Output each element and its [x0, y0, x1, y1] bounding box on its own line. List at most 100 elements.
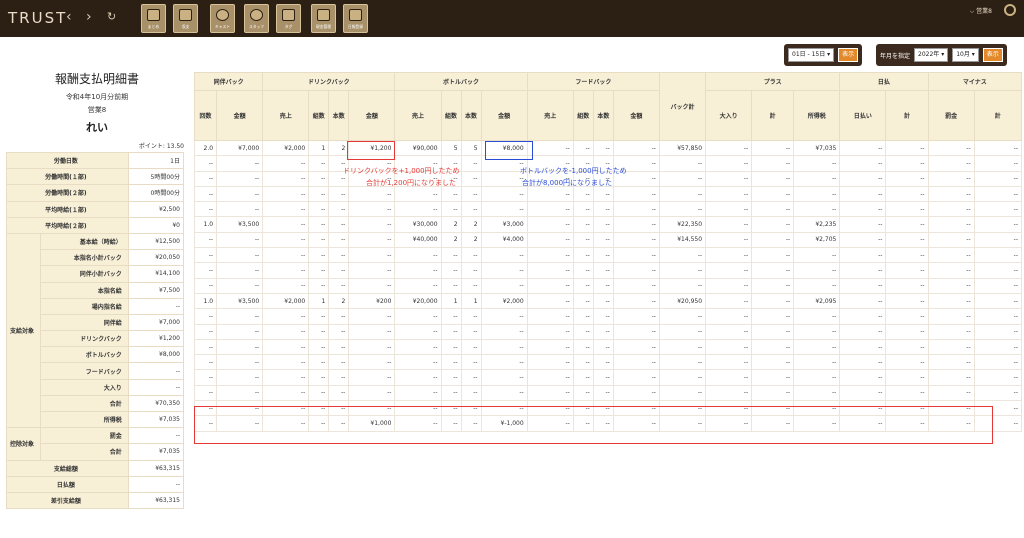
reload-icon[interactable]: ↻ — [107, 9, 116, 25]
table-cell: -- — [793, 384, 841, 402]
summary-label: 所得税 — [40, 410, 129, 429]
summary-value: ¥1,200 — [127, 330, 185, 348]
table-cell: -- — [348, 308, 396, 325]
table-cell: ¥30,000 — [394, 216, 442, 233]
tool-button-cash[interactable]: 現金管理 — [311, 4, 336, 33]
calendar-icon — [349, 9, 362, 21]
table-cell: -- — [526, 323, 574, 340]
month-show-button[interactable]: 表示 — [982, 48, 1003, 62]
table-cell: -- — [751, 231, 795, 249]
table-cell: -- — [440, 277, 462, 294]
table-cell: -- — [526, 231, 574, 249]
summary-value: 1日 — [127, 151, 185, 170]
table-cell: -- — [927, 155, 975, 172]
summary-label: 合計 — [40, 394, 129, 413]
table-row: -- -- -- -- -- -- -- -- -- -- -- -- -- -- -- -- -- -- -- --… — [193, 323, 1023, 340]
table-cell: -- — [308, 231, 330, 249]
red-annotation-line1: ドリンクバックを+1,000円したため — [343, 167, 460, 175]
table-cell: -- — [973, 216, 1023, 233]
year-select[interactable]: 2022年 ▾ — [914, 48, 949, 62]
table-cell: -- — [328, 262, 350, 279]
table-cell: -- — [658, 185, 707, 203]
tool-button-cast[interactable]: キャスト — [210, 4, 235, 33]
table-cell: -- — [705, 139, 753, 157]
summary-label: 場内指名給 — [40, 297, 129, 315]
period-select[interactable]: 01日 - 15日 ▾ — [788, 48, 835, 62]
table-cell: -- — [927, 384, 975, 402]
table-cell: 1 — [308, 292, 330, 310]
table-cell: -- — [612, 384, 660, 402]
table-cell: -- — [793, 262, 841, 279]
table-cell: -- — [839, 247, 887, 264]
table-cell: -- — [705, 170, 753, 187]
table-cell: -- — [973, 201, 1023, 218]
table-cell: -- — [480, 308, 528, 325]
back-arrow-icon[interactable]: ‹ — [66, 9, 72, 25]
tool-button-balance[interactable]: 収支 — [173, 4, 198, 33]
table-cell: -- — [262, 369, 310, 386]
table-cell: -- — [612, 139, 660, 157]
table-column-header: 計 — [973, 90, 1023, 141]
clipboard-icon — [147, 9, 160, 21]
tool-button-daily-report[interactable]: 日報登録 — [343, 4, 368, 33]
tool-button-summary[interactable]: まとめ — [141, 4, 166, 33]
summary-value: ¥70,350 — [127, 394, 185, 413]
table-cell: -- — [927, 201, 975, 218]
table-cell: -- — [460, 170, 482, 187]
table-cell: -- — [885, 354, 929, 371]
table-cell: 1.0 — [193, 216, 218, 233]
table-column-header: 日払い — [839, 90, 887, 141]
table-cell: ¥200 — [348, 292, 396, 310]
table-cell: -- — [348, 323, 396, 340]
table-cell: -- — [705, 354, 753, 371]
user-menu[interactable]: ⌵ 営業8 — [970, 6, 992, 16]
table-cell: -- — [308, 216, 330, 233]
table-group-header: プラス — [705, 72, 841, 91]
table-cell: -- — [216, 231, 264, 249]
table-cell: -- — [193, 201, 218, 218]
table-column-header: 売上 — [394, 90, 442, 141]
table-cell: -- — [973, 277, 1023, 294]
table-cell: -- — [927, 247, 975, 264]
tool-button-tag[interactable]: タグ — [276, 4, 301, 33]
summary-row: 日払額 -- — [6, 475, 185, 493]
table-cell: -- — [262, 170, 310, 187]
summary-label: 労働時間(２部) — [6, 184, 129, 202]
table-cell: -- — [592, 354, 614, 371]
table-row: -- -- -- -- -- -- -- -- -- -- -- -- -- -- -- -- -- -- -- --… — [193, 308, 1023, 325]
table-cell: -- — [348, 277, 396, 294]
table-group-header: 日払 — [839, 72, 929, 91]
table-cell: -- — [262, 338, 310, 356]
tool-button-staff[interactable]: スタッフ — [244, 4, 269, 33]
table-cell: -- — [839, 185, 887, 203]
table-cell: -- — [572, 231, 594, 249]
summary-row: 労働時間(１部) 5時間00分 — [6, 168, 185, 186]
table-cell: -- — [751, 384, 795, 402]
table-cell: -- — [460, 384, 482, 402]
table-cell: -- — [460, 323, 482, 340]
table-cell: -- — [751, 216, 795, 233]
table-cell: ¥3,500 — [216, 292, 264, 310]
statement-dept: 営業8 — [87, 106, 107, 114]
summary-row: 差引支給額 ¥63,315 — [6, 491, 185, 510]
table-cell: -- — [394, 277, 442, 294]
table-cell: -- — [262, 231, 310, 249]
table-cell: -- — [348, 201, 396, 218]
table-cell: -- — [793, 185, 841, 203]
table-cell: -- — [526, 277, 574, 294]
period-show-button[interactable]: 表示 — [838, 48, 859, 62]
gear-icon[interactable] — [1004, 4, 1016, 16]
table-cell: -- — [572, 338, 594, 356]
table-cell: -- — [193, 354, 218, 371]
table-cell: -- — [973, 139, 1023, 157]
table-cell: -- — [308, 170, 330, 187]
table-cell: -- — [839, 216, 887, 233]
summary-row: 控除対象 罰金 -- — [6, 427, 185, 461]
table-cell: -- — [526, 354, 574, 371]
summary-label: 平均時給(２部) — [6, 216, 129, 234]
table-cell: -- — [705, 277, 753, 294]
table-cell: -- — [328, 323, 350, 340]
month-select[interactable]: 10月 ▾ — [952, 48, 979, 62]
forward-arrow-icon[interactable]: › — [86, 9, 92, 25]
table-cell: -- — [973, 338, 1023, 356]
